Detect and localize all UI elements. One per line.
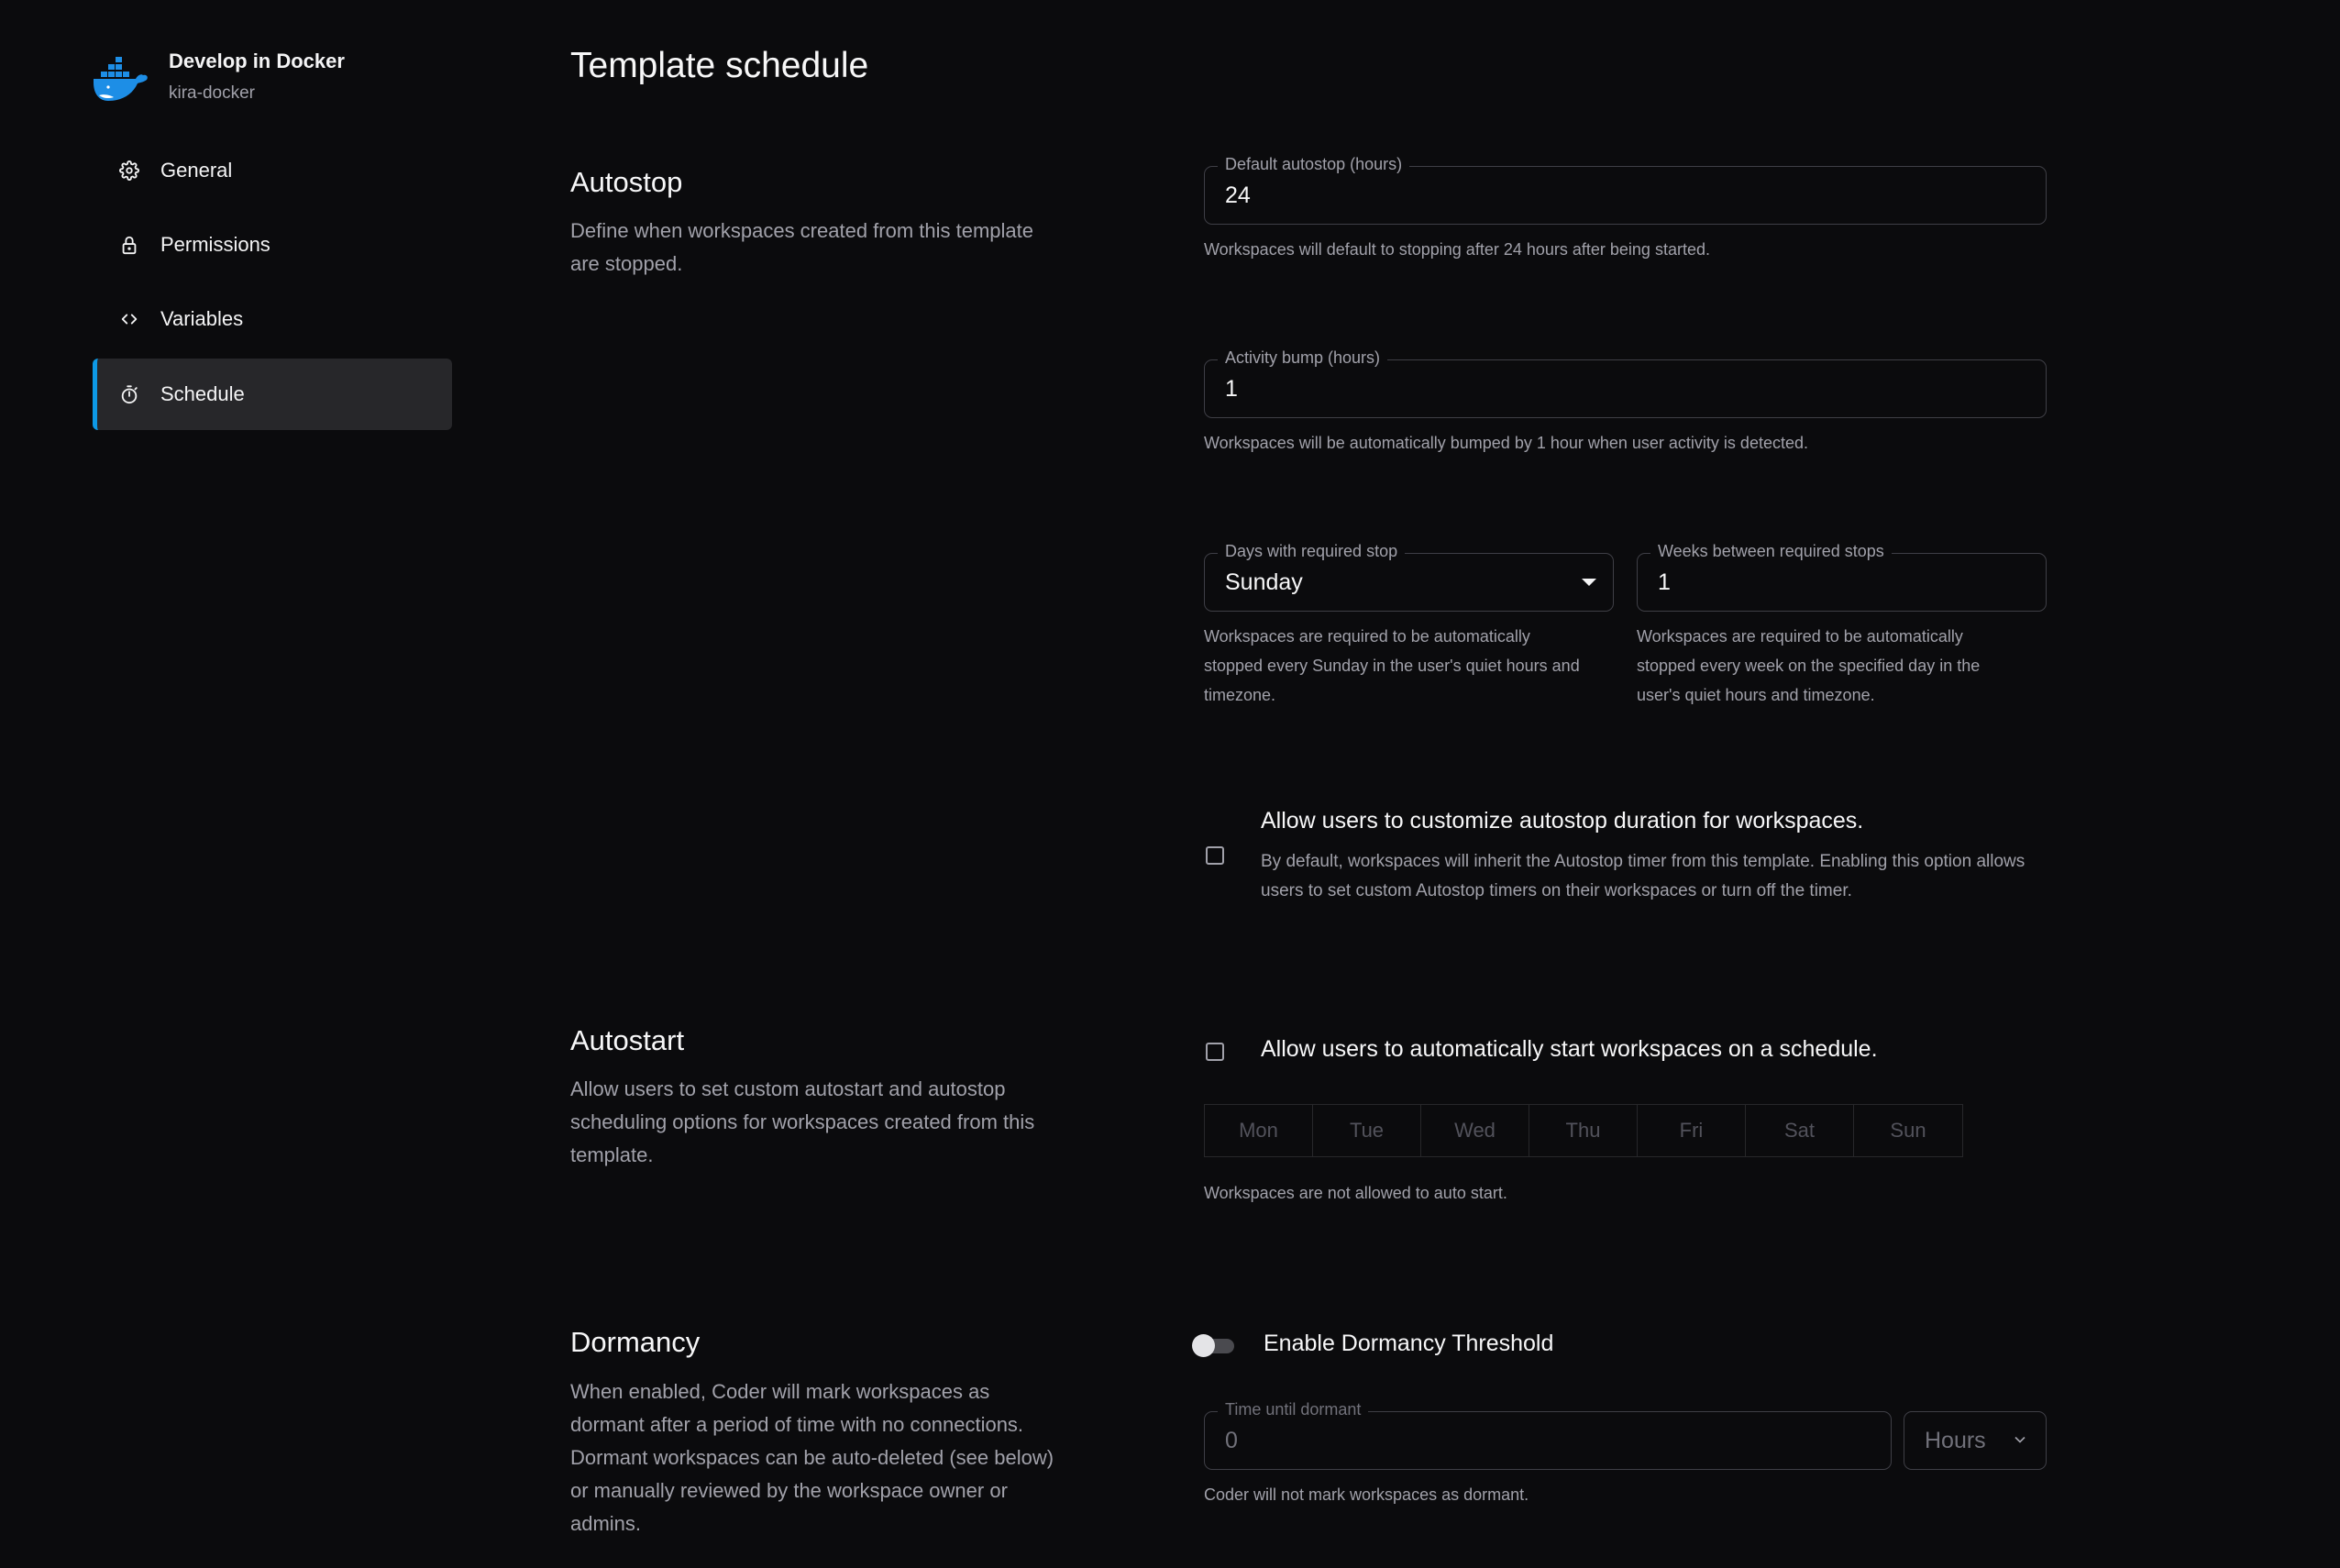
sidebar-item-label: Permissions [160, 233, 270, 256]
day-wed[interactable]: Wed [1421, 1105, 1529, 1156]
sidebar-item-label: Schedule [160, 382, 245, 405]
caret-down-icon [1582, 579, 1596, 586]
days-required-stop-value: Sunday [1225, 569, 1303, 595]
day-sun[interactable]: Sun [1854, 1105, 1962, 1156]
days-required-stop-select[interactable]: Days with required stop Sunday [1204, 542, 1614, 612]
autostart-heading: Autostart [570, 1024, 685, 1056]
sidebar-item-variables[interactable]: Variables [93, 283, 452, 355]
stopwatch-icon [118, 383, 140, 405]
days-required-stop-helper: Workspaces are required to be automatica… [1204, 627, 1580, 704]
chevron-down-icon [2011, 1430, 2029, 1449]
allow-customize-autostop-title: Allow users to customize autostop durati… [1261, 808, 1864, 834]
default-autostop-input[interactable] [1225, 167, 1898, 224]
default-autostop-field[interactable]: Default autostop (hours) [1204, 155, 2047, 225]
dormancy-threshold-label: Enable Dormancy Threshold [1264, 1331, 1554, 1356]
autostop-description: Define when workspaces created from this… [570, 219, 1034, 275]
autostart-description: Allow users to set custom autostart and … [570, 1077, 1035, 1166]
day-thu[interactable]: Thu [1529, 1105, 1638, 1156]
page-title: Template schedule [570, 46, 869, 85]
dormancy-description: When enabled, Coder will mark workspaces… [570, 1380, 1054, 1535]
time-until-dormant-input[interactable] [1225, 1412, 1774, 1469]
allow-customize-autostop-description: By default, workspaces will inherit the … [1261, 852, 2025, 900]
activity-bump-input[interactable] [1225, 360, 1898, 417]
dormancy-helper: Coder will not mark workspaces as dorman… [1204, 1485, 1529, 1504]
day-fri[interactable]: Fri [1638, 1105, 1746, 1156]
autostop-heading: Autostop [570, 166, 683, 198]
default-autostop-helper: Workspaces will default to stopping afte… [1204, 240, 1710, 259]
template-title: Develop in Docker [169, 50, 345, 72]
activity-bump-helper: Workspaces will be automatically bumped … [1204, 434, 1808, 452]
autostart-days-group: Mon Tue Wed Thu Fri Sat Sun [1204, 1104, 1963, 1157]
sidebar-item-general[interactable]: General [93, 135, 452, 206]
dormancy-threshold-toggle[interactable] [1192, 1334, 1238, 1357]
code-brackets-icon [118, 308, 140, 330]
time-until-dormant-field[interactable]: Time until dormant [1204, 1400, 1892, 1470]
allow-customize-autostop-checkbox[interactable] [1206, 846, 1224, 865]
dormancy-heading: Dormancy [570, 1326, 701, 1358]
weeks-between-field[interactable]: Weeks between required stops [1637, 542, 2047, 612]
docker-whale-icon [92, 55, 149, 103]
weeks-between-input[interactable] [1658, 554, 1984, 611]
activity-bump-field[interactable]: Activity bump (hours) [1204, 348, 2047, 418]
dormancy-unit-select[interactable]: Hours [1904, 1411, 2047, 1470]
gear-icon [118, 160, 140, 182]
autostart-helper: Workspaces are not allowed to auto start… [1204, 1184, 1507, 1202]
sidebar-item-permissions[interactable]: Permissions [93, 209, 452, 281]
weeks-between-helper: Workspaces are required to be automatica… [1637, 627, 1981, 704]
sidebar-item-label: Variables [160, 307, 244, 330]
day-sat[interactable]: Sat [1746, 1105, 1854, 1156]
toggle-thumb [1192, 1334, 1215, 1357]
template-name: kira-docker [169, 83, 255, 103]
sidebar-item-label: General [160, 159, 233, 182]
allow-autostart-title: Allow users to automatically start works… [1261, 1036, 1878, 1062]
day-tue[interactable]: Tue [1313, 1105, 1421, 1156]
day-mon[interactable]: Mon [1205, 1105, 1313, 1156]
lock-icon [118, 234, 140, 256]
allow-autostart-checkbox[interactable] [1206, 1043, 1224, 1061]
sidebar-item-schedule[interactable]: Schedule [93, 359, 452, 430]
